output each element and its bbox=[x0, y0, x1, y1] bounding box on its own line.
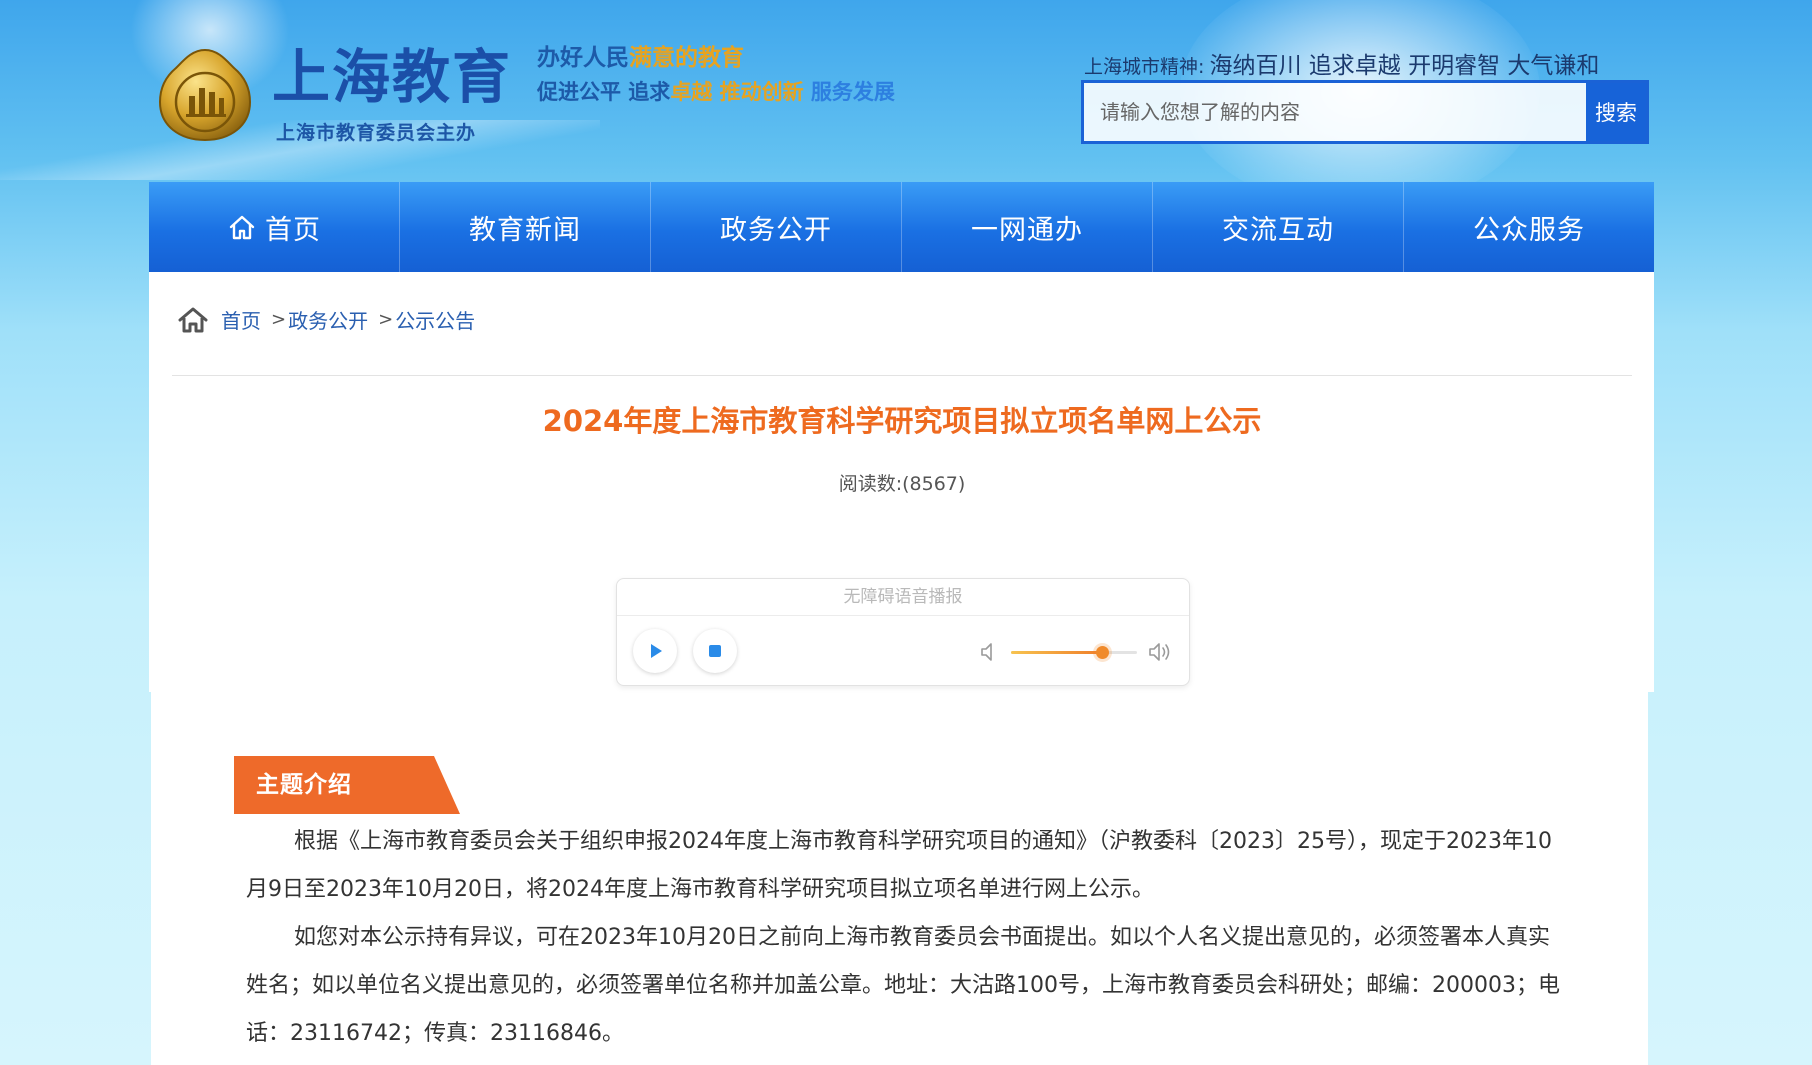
article-body: 根据《上海市教育委员会关于组织申报2024年度上海市教育科学研究项目的通知》（沪… bbox=[246, 818, 1561, 1058]
stop-button[interactable] bbox=[693, 629, 737, 673]
nav-item-label: 公众服务 bbox=[1473, 214, 1585, 246]
nav-item-government-affairs[interactable]: 政务公开 bbox=[651, 182, 902, 272]
breadcrumb-home[interactable]: 首页 bbox=[221, 305, 261, 334]
search-input[interactable] bbox=[1084, 83, 1589, 141]
nav-item-label: 一网通办 bbox=[971, 214, 1083, 246]
site-subtitle: 上海市教育委员会主办 bbox=[276, 122, 477, 144]
breadcrumb-separator: > bbox=[378, 309, 394, 330]
slogan-2-part-b: 卓越 推动创新 bbox=[670, 80, 804, 104]
section-tab-topic-intro: 主题介绍 bbox=[234, 756, 460, 814]
volume-slider-fill bbox=[1011, 651, 1102, 654]
audio-player: 无障碍语音播报 bbox=[616, 578, 1190, 686]
slogan-line-1: 办好人民满意的教育 bbox=[537, 38, 744, 72]
play-icon bbox=[651, 644, 662, 658]
slogan-line-2: 促进公平 追求卓越 推动创新 服务发展 bbox=[537, 76, 895, 106]
nav-item-label: 首页 bbox=[265, 214, 321, 246]
nav-item-online-services[interactable]: 一网通办 bbox=[902, 182, 1153, 272]
slogan-2-part-c: 服务发展 bbox=[803, 80, 895, 104]
site-title: 上海教育 bbox=[272, 43, 513, 111]
breadcrumb-separator: > bbox=[271, 309, 287, 330]
nav-item-education-news[interactable]: 教育新闻 bbox=[400, 182, 651, 272]
nav-item-public-services[interactable]: 公众服务 bbox=[1404, 182, 1654, 272]
slogan-1-part-a: 办好人民 bbox=[537, 45, 629, 71]
read-count-label: 阅读数: bbox=[838, 473, 903, 495]
nav-item-interaction[interactable]: 交流互动 bbox=[1153, 182, 1404, 272]
breadcrumb-government-affairs[interactable]: 政务公开 bbox=[288, 305, 368, 334]
city-spirit: 上海城市精神: 海纳百川 追求卓越 开明睿智 大气谦和 bbox=[1084, 46, 1599, 80]
breadcrumb-home-icon[interactable] bbox=[177, 306, 209, 334]
read-count: 阅读数:(8567) bbox=[172, 469, 1632, 496]
volume-slider-thumb[interactable] bbox=[1095, 646, 1109, 659]
city-spirit-label: 上海城市精神: bbox=[1084, 56, 1205, 78]
site-logo-icon[interactable] bbox=[156, 46, 254, 144]
article-paragraph: 如您对本公示持有异议，可在2023年10月20日之前向上海市教育委员会书面提出。… bbox=[246, 925, 1560, 1046]
nav-item-label: 政务公开 bbox=[720, 214, 832, 246]
nav-item-home[interactable]: 首页 bbox=[149, 182, 400, 272]
slogan-1-part-b: 满意的教育 bbox=[629, 45, 744, 71]
main-nav: 首页 教育新闻 政务公开 一网通办 交流互动 公众服务 bbox=[149, 182, 1654, 272]
home-icon bbox=[229, 215, 255, 240]
slogan-2-part-a: 促进公平 追求 bbox=[537, 80, 671, 104]
breadcrumb-announcements[interactable]: 公示公告 bbox=[395, 305, 475, 334]
search-button[interactable]: 搜索 bbox=[1586, 83, 1646, 141]
stop-icon bbox=[709, 645, 721, 657]
play-button[interactable] bbox=[633, 629, 677, 673]
audio-player-label: 无障碍语音播报 bbox=[617, 579, 1189, 616]
article-title: 2024年度上海市教育科学研究项目拟立项名单网上公示 bbox=[542, 404, 1262, 438]
breadcrumb: 首页 > 政务公开 > 公示公告 bbox=[177, 305, 475, 334]
article-paragraph: 根据《上海市教育委员会关于组织申报2024年度上海市教育科学研究项目的通知》（沪… bbox=[246, 829, 1552, 902]
nav-item-label: 教育新闻 bbox=[469, 214, 581, 246]
volume-low-icon[interactable] bbox=[979, 641, 999, 663]
volume-high-icon[interactable] bbox=[1147, 641, 1175, 663]
city-spirit-value: 海纳百川 追求卓越 开明睿智 大气谦和 bbox=[1209, 53, 1600, 79]
search-box: 搜索 bbox=[1081, 80, 1649, 144]
nav-item-label: 交流互动 bbox=[1222, 214, 1334, 246]
divider bbox=[172, 375, 1632, 376]
read-count-value: (8567) bbox=[902, 473, 966, 495]
section-tab-label: 主题介绍 bbox=[256, 772, 352, 798]
volume-slider[interactable] bbox=[1011, 646, 1137, 659]
